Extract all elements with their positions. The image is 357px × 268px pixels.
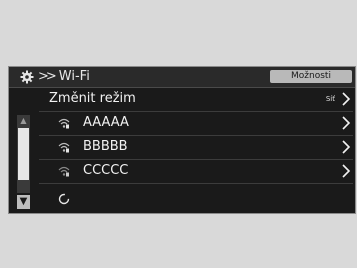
network-row[interactable]: AAAAA <box>39 112 353 136</box>
network-ssid: AAAAA <box>83 115 129 130</box>
scrollbar[interactable]: ▲ ▼ <box>17 115 30 211</box>
scroll-thumb[interactable] <box>18 128 29 180</box>
breadcrumb: >> Wi-Fi <box>38 69 90 85</box>
wifi-signal-icon <box>58 142 70 153</box>
network-ssid: BBBBB <box>83 139 128 154</box>
change-mode-value: Síť <box>325 95 335 103</box>
page-background: >> Wi-Fi Možnosti ▲ ▼ Změnit režim Síť A… <box>0 0 357 268</box>
chevron-right-icon <box>342 164 351 178</box>
scroll-down-icon[interactable]: ▼ <box>17 195 30 209</box>
spinner-icon <box>58 193 70 205</box>
chevron-right-icon <box>342 92 351 106</box>
gear-icon <box>20 70 34 84</box>
change-mode-row[interactable]: Změnit režim Síť <box>39 88 353 112</box>
network-ssid: CCCCC <box>83 163 129 178</box>
breadcrumb-label: Wi-Fi <box>58 69 90 84</box>
wifi-signal-icon <box>58 118 70 129</box>
scroll-up-icon[interactable]: ▲ <box>17 115 30 127</box>
chevron-right-icon <box>342 140 351 154</box>
wifi-settings-screen: >> Wi-Fi Možnosti ▲ ▼ Změnit režim Síť A… <box>8 66 356 214</box>
change-mode-label: Změnit režim <box>49 91 136 106</box>
chevron-right-icon <box>342 116 351 130</box>
header-bar: >> Wi-Fi Možnosti <box>9 67 355 88</box>
wifi-signal-icon <box>58 166 70 177</box>
network-row[interactable]: BBBBB <box>39 136 353 160</box>
breadcrumb-separator-icon: >> <box>38 69 57 84</box>
options-button[interactable]: Možnosti <box>270 70 352 83</box>
network-row[interactable]: CCCCC <box>39 160 353 184</box>
